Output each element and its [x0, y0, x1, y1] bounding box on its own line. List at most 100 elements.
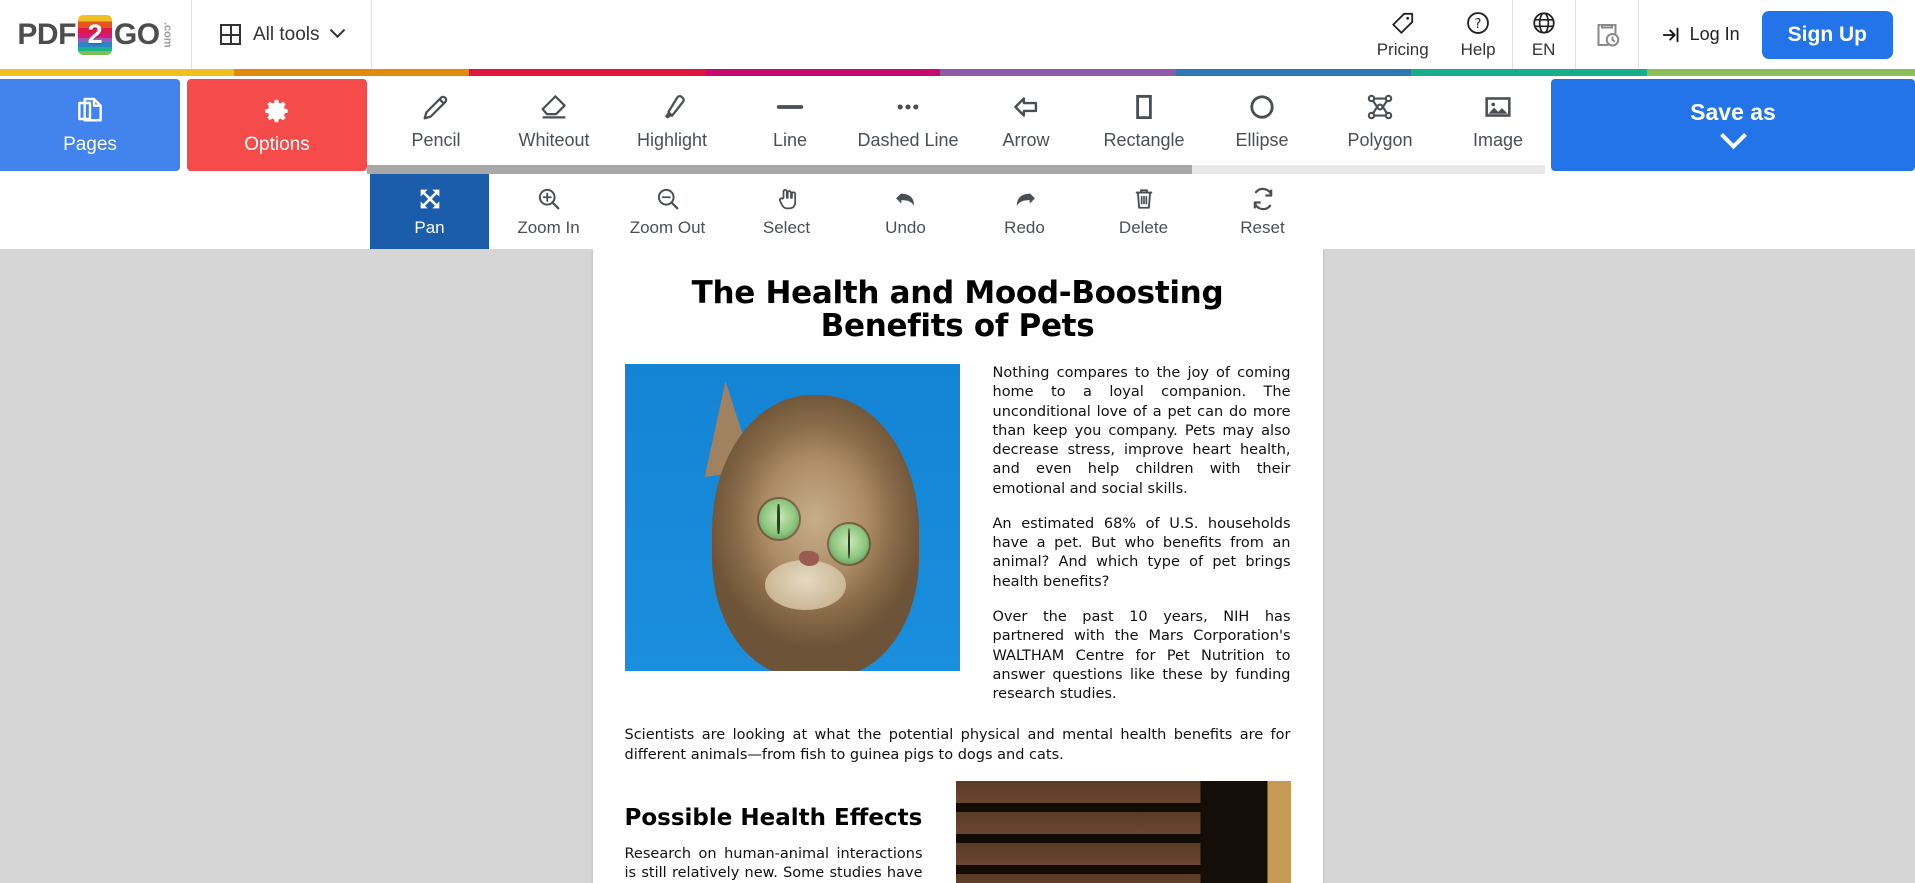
- view-tool-redo[interactable]: Redo: [965, 174, 1084, 249]
- image-icon: [1485, 96, 1511, 117]
- colorbar-segment-4: [940, 69, 1176, 76]
- health-effects-column: Possible Health Effects Research on huma…: [625, 781, 923, 883]
- save-as-button[interactable]: Save as: [1551, 79, 1915, 171]
- cat-photo[interactable]: [624, 363, 960, 671]
- logo-prefix: PDF: [17, 17, 76, 51]
- pricing-label: Pricing: [1376, 39, 1429, 59]
- header-item-language[interactable]: EN: [1513, 0, 1575, 69]
- redo-arrow-icon: [1016, 193, 1035, 206]
- dashed-line-icon: [897, 103, 919, 110]
- pan-arrows-icon: [420, 189, 439, 209]
- paragraph: Research on human-animal interactions is…: [624, 846, 923, 882]
- view-tool-zoom-out[interactable]: Zoom Out: [608, 174, 727, 249]
- tools-horizontal-scrollbar[interactable]: [367, 165, 1545, 174]
- logo-suffix: GO: [113, 17, 160, 51]
- wooden-bench-photo[interactable]: [955, 781, 1291, 883]
- view-tool-zoom-in[interactable]: Zoom In: [489, 174, 608, 249]
- arrow-left-icon: [1014, 96, 1038, 117]
- app-header: PDF 2 GO .com All tools Pricing ? Help E…: [0, 0, 1915, 69]
- globe-icon: [1532, 11, 1555, 34]
- question-circle-icon: ?: [1467, 11, 1490, 34]
- tool-ellipse[interactable]: Ellipse: [1203, 76, 1321, 164]
- tool-rectangle[interactable]: Rectangle: [1085, 76, 1203, 164]
- options-button[interactable]: Options: [187, 79, 367, 171]
- tool-label: Line: [772, 129, 808, 150]
- tool-label: Whiteout: [518, 129, 590, 150]
- pencil-icon: [423, 95, 448, 119]
- header-item-pricing[interactable]: Pricing: [1361, 0, 1445, 69]
- view-tool-select[interactable]: Select: [727, 174, 846, 249]
- price-tag-icon: [1392, 12, 1413, 34]
- pages-label: Pages: [63, 133, 117, 155]
- paragraph: Nothing compares to the joy of coming ho…: [992, 364, 1291, 497]
- document-canvas[interactable]: The Health and Mood-Boosting Benefits of…: [0, 249, 1915, 883]
- view-tool-reset[interactable]: Reset: [1203, 174, 1322, 249]
- ellipse-icon: [1250, 94, 1274, 119]
- paragraph-full-width: Scientists are looking at what the poten…: [624, 727, 1291, 763]
- cat-head: [711, 394, 920, 671]
- view-tool-label: Zoom In: [517, 218, 580, 237]
- header-item-history[interactable]: [1576, 0, 1638, 69]
- tool-image[interactable]: Image: [1439, 76, 1545, 164]
- cat-muzzle: [765, 560, 846, 610]
- rainbow-divider: [0, 69, 1915, 76]
- view-toolbar: Pan Zoom In Zoom Out Select Undo Redo De…: [0, 174, 1915, 249]
- colorbar-segment-5: [1175, 69, 1412, 76]
- site-logo[interactable]: PDF 2 GO .com: [0, 0, 192, 69]
- cat-eye-right: [828, 523, 869, 564]
- pages-button[interactable]: Pages: [0, 79, 180, 171]
- magnifier-minus-icon: [657, 188, 678, 210]
- view-tool-label: Select: [762, 218, 811, 237]
- tool-label: Pencil: [411, 129, 461, 150]
- tool-label: Dashed Line: [857, 129, 959, 150]
- chevron-down-icon: [1719, 122, 1747, 150]
- copy-pages-icon: [78, 97, 102, 122]
- rectangle-icon: [1136, 94, 1152, 119]
- tool-label: Polygon: [1347, 129, 1413, 150]
- view-tool-label: Undo: [885, 218, 926, 237]
- page-title: The Health and Mood-Boosting Benefits of…: [691, 275, 1224, 345]
- login-label: Log In: [1689, 24, 1740, 44]
- login-arrow-icon: [1662, 27, 1679, 42]
- tool-whiteout[interactable]: Whiteout: [495, 76, 613, 164]
- tool-pencil[interactable]: Pencil: [377, 76, 495, 164]
- logo-digit: 2: [87, 19, 103, 49]
- polygon-icon: [1367, 94, 1393, 119]
- pdf-page[interactable]: The Health and Mood-Boosting Benefits of…: [592, 249, 1323, 883]
- view-tool-undo[interactable]: Undo: [846, 174, 965, 249]
- magnifier-plus-icon: [538, 188, 559, 210]
- view-tool-delete[interactable]: Delete: [1084, 174, 1203, 249]
- login-button[interactable]: Log In: [1639, 24, 1762, 46]
- intro-text-column: Nothing compares to the joy of coming ho…: [993, 364, 1291, 721]
- chevron-down-icon: [329, 22, 345, 39]
- signup-button[interactable]: Sign Up: [1761, 10, 1893, 59]
- tools-scroll-area: Pencil Whiteout Highlight Line Dashed Li…: [367, 76, 1545, 174]
- tool-dashed-line[interactable]: Dashed Line: [849, 76, 967, 164]
- paragraph: Over the past 10 years, NIH has partnere…: [992, 609, 1291, 703]
- view-tool-label: Redo: [1004, 218, 1045, 237]
- refresh-icon: [1253, 187, 1272, 211]
- tool-highlight[interactable]: Highlight: [613, 76, 731, 164]
- tool-label: Rectangle: [1103, 129, 1185, 150]
- colorbar-segment-7: [1646, 69, 1915, 76]
- tool-label: Image: [1472, 129, 1524, 150]
- top-columns: Nothing compares to the joy of coming ho…: [624, 363, 1291, 721]
- view-tool-pan[interactable]: Pan: [370, 174, 489, 249]
- options-label: Options: [244, 133, 310, 155]
- undo-arrow-icon: [895, 193, 914, 206]
- logo-square-icon: 2: [77, 14, 112, 55]
- paragraph: An estimated 68% of U.S. households have…: [992, 515, 1291, 590]
- edit-toolbar-primary: Pages Options Pencil Whiteout Highlight …: [0, 76, 1915, 174]
- eraser-icon: [541, 94, 566, 118]
- view-tool-label: Delete: [1118, 218, 1169, 237]
- tool-polygon[interactable]: Polygon: [1321, 76, 1439, 164]
- header-item-help[interactable]: ? Help: [1445, 0, 1512, 69]
- all-tools-menu[interactable]: All tools: [192, 0, 372, 69]
- logo-tld: .com: [161, 21, 174, 48]
- scrollbar-thumb[interactable]: [367, 165, 1192, 174]
- highlighter-icon: [664, 94, 685, 118]
- view-tool-label: Zoom Out: [629, 218, 706, 237]
- tool-arrow[interactable]: Arrow: [967, 76, 1085, 164]
- hand-pointer-icon: [778, 189, 796, 210]
- tool-line[interactable]: Line: [731, 76, 849, 164]
